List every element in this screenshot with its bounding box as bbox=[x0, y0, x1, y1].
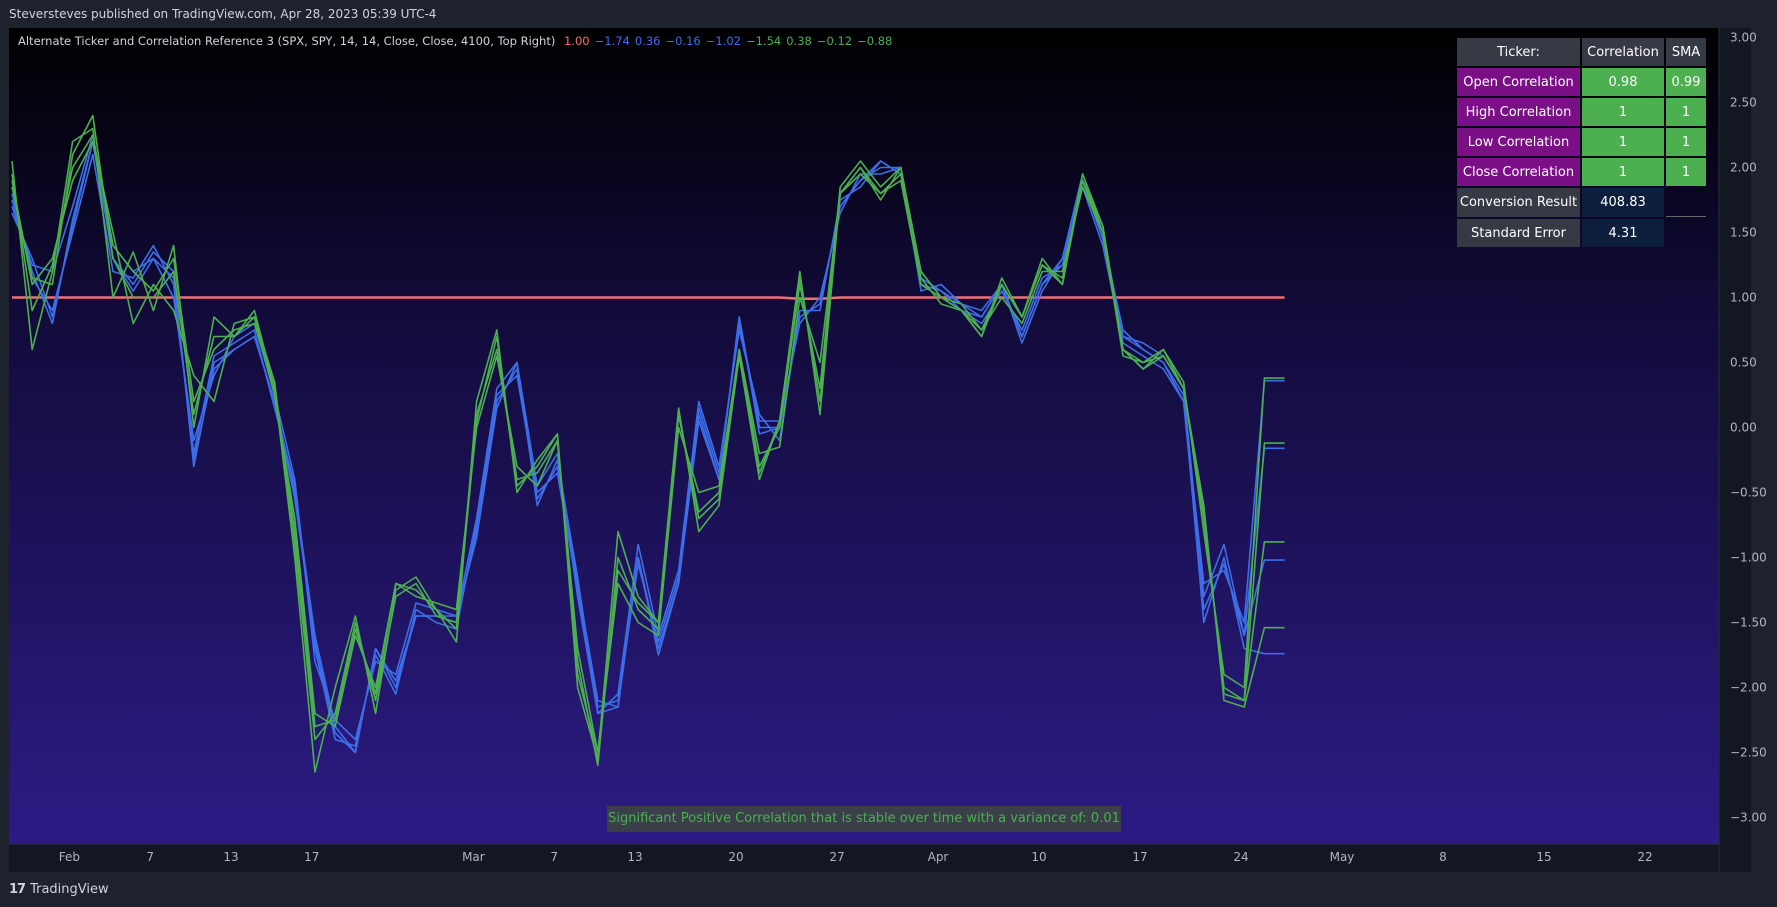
row-label: Open Correlation bbox=[1457, 68, 1580, 96]
status-message: Significant Positive Correlation that is… bbox=[607, 806, 1121, 832]
indicator-value: −0.16 bbox=[665, 34, 701, 48]
indicator-value: −0.88 bbox=[857, 34, 893, 48]
x-tick-label: 13 bbox=[627, 850, 642, 864]
x-tick-label: Apr bbox=[928, 850, 949, 864]
header-ticker: Ticker: bbox=[1457, 38, 1580, 66]
y-tick-label: −1.50 bbox=[1730, 616, 1767, 630]
indicator-value: −0.12 bbox=[816, 34, 853, 48]
row-sma: 0.99 bbox=[1666, 68, 1706, 96]
x-tick-label: 27 bbox=[829, 850, 844, 864]
row-label: Close Correlation bbox=[1457, 158, 1580, 186]
table-row: Close Correlation 1 1 bbox=[1457, 158, 1706, 186]
indicator-title: Alternate Ticker and Correlation Referen… bbox=[18, 34, 556, 48]
indicator-value: 1.00 bbox=[564, 34, 590, 48]
row-sma: 1 bbox=[1666, 98, 1706, 126]
y-tick-label: −2.50 bbox=[1730, 746, 1767, 760]
y-tick-label: −1.00 bbox=[1730, 551, 1767, 565]
indicator-value: −1.74 bbox=[594, 34, 630, 48]
indicator-legend[interactable]: Alternate Ticker and Correlation Referen… bbox=[18, 34, 902, 48]
row-correlation: 4.31 bbox=[1582, 219, 1664, 247]
y-tick-label: 1.50 bbox=[1730, 226, 1757, 240]
row-label: Standard Error bbox=[1457, 219, 1580, 247]
y-tick-label: −0.50 bbox=[1730, 486, 1767, 500]
correlation-reference-line[interactable] bbox=[12, 296, 1285, 301]
tradingview-logo-icon: 17 bbox=[9, 882, 26, 897]
tradingview-logo[interactable]: 17 TradingView bbox=[9, 872, 109, 907]
indicator-value: 0.38 bbox=[786, 34, 812, 48]
x-tick-label: 17 bbox=[1132, 850, 1147, 864]
indicator-value: 0.36 bbox=[634, 34, 661, 48]
row-label: Conversion Result bbox=[1457, 188, 1580, 217]
x-axis: Feb 7 13 17 Mar 7 13 20 27 Apr 10 17 24 May 8 15 22 bbox=[59, 850, 1653, 864]
x-tick-label: 7 bbox=[146, 850, 154, 864]
x-tick-label: May bbox=[1330, 850, 1355, 864]
x-tick-label: 10 bbox=[1031, 850, 1046, 864]
table-row: Open Correlation 0.98 0.99 bbox=[1457, 68, 1706, 96]
x-tick-label: Mar bbox=[462, 850, 485, 864]
x-tick-label: 20 bbox=[728, 850, 743, 864]
table-row: Conversion Result 408.83 bbox=[1457, 188, 1706, 217]
x-tick-label: 24 bbox=[1233, 850, 1248, 864]
y-tick-label: 0.50 bbox=[1730, 356, 1757, 370]
table-row: Low Correlation 1 1 bbox=[1457, 128, 1706, 156]
x-tick-label: 15 bbox=[1536, 850, 1551, 864]
row-correlation: 408.83 bbox=[1582, 188, 1664, 217]
y-tick-label: 2.50 bbox=[1730, 96, 1757, 110]
indicator-value: −1.02 bbox=[705, 34, 741, 48]
y-tick-label: 2.00 bbox=[1730, 161, 1757, 175]
row-sma bbox=[1666, 219, 1706, 247]
correlation-table: Ticker: Correlation SMA Open Correlation… bbox=[1455, 36, 1708, 249]
row-label: Low Correlation bbox=[1457, 128, 1580, 156]
y-tick-label: 3.00 bbox=[1730, 31, 1757, 45]
y-tick-label: −3.00 bbox=[1730, 811, 1767, 825]
indicator-value: −1.54 bbox=[745, 34, 782, 48]
x-tick-label: 22 bbox=[1637, 850, 1652, 864]
row-correlation: 0.98 bbox=[1582, 68, 1664, 96]
x-tick-label: 8 bbox=[1439, 850, 1447, 864]
tradingview-logo-text: TradingView bbox=[30, 882, 109, 897]
indicator-values: 1.00 −1.74 0.36 −0.16 −1.02 −1.54 0.38 −0.12 −0.… bbox=[564, 34, 897, 48]
row-sma: 1 bbox=[1666, 158, 1706, 186]
row-correlation: 1 bbox=[1582, 158, 1664, 186]
header-sma: SMA bbox=[1666, 38, 1706, 66]
x-tick-label: Feb bbox=[59, 850, 80, 864]
table-header-row: Ticker: Correlation SMA bbox=[1457, 38, 1706, 66]
table-row: High Correlation 1 1 bbox=[1457, 98, 1706, 126]
y-axis: 3.00 2.50 2.00 1.50 1.00 0.50 0.00 −0.50 −1.00 −1… bbox=[1730, 31, 1767, 825]
row-correlation: 1 bbox=[1582, 98, 1664, 126]
table-row: Standard Error 4.31 bbox=[1457, 219, 1706, 247]
y-tick-label: 0.00 bbox=[1730, 421, 1757, 435]
footer-bar: 17 TradingView bbox=[0, 872, 1777, 907]
row-sma: 1 bbox=[1666, 128, 1706, 156]
y-tick-label: 1.00 bbox=[1730, 291, 1757, 305]
row-sma bbox=[1666, 188, 1706, 217]
x-tick-label: 13 bbox=[223, 850, 238, 864]
x-tick-label: 7 bbox=[550, 850, 558, 864]
header-correlation: Correlation bbox=[1582, 38, 1664, 66]
row-correlation: 1 bbox=[1582, 128, 1664, 156]
x-tick-label: 17 bbox=[304, 850, 319, 864]
y-tick-label: −2.00 bbox=[1730, 681, 1767, 695]
row-label: High Correlation bbox=[1457, 98, 1580, 126]
